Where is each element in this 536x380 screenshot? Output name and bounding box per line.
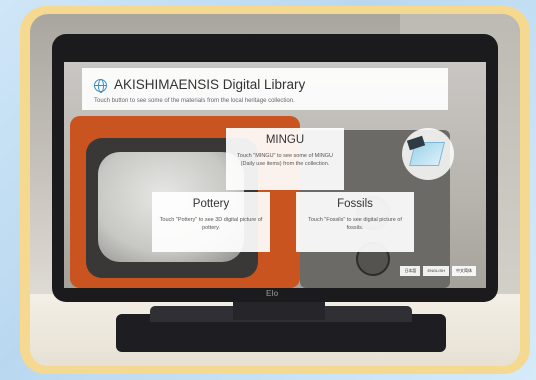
card-title: Pottery <box>192 198 230 210</box>
card-title: MINGU <box>265 134 305 146</box>
lang-english-button[interactable]: ENGLISH <box>423 266 449 276</box>
mingu-button[interactable]: MINGU Touch "MINGU" to see some of MINGU… <box>226 128 344 190</box>
card-description: Touch "Fossils" to see digital picture o… <box>308 217 402 231</box>
page-subtitle: Touch button to see some of the material… <box>94 98 295 104</box>
page-title: AKISHIMAENSIS Digital Library <box>114 77 306 92</box>
pottery-button[interactable]: Pottery Touch "Pottery" to see 3D digita… <box>152 192 270 252</box>
lang-chinese-button[interactable]: 中文简体 <box>452 266 476 276</box>
kiosk-screen: AKISHIMAENSIS Digital Library Touch butt… <box>64 62 486 288</box>
header-panel: AKISHIMAENSIS Digital Library Touch butt… <box>82 68 448 110</box>
featured-item-bubble[interactable] <box>402 128 454 180</box>
globe-icon <box>94 79 107 93</box>
card-title: Fossils <box>337 198 373 210</box>
fossils-button[interactable]: Fossils Touch "Fossils" to see digital p… <box>296 192 414 252</box>
lang-japanese-button[interactable]: 日本語 <box>400 266 421 276</box>
card-description: Touch "Pottery" to see 3D digital pictur… <box>159 217 263 231</box>
touch-monitor: AKISHIMAENSIS Digital Library Touch butt… <box>52 34 498 302</box>
language-selector: 日本語 ENGLISH 中文简体 <box>400 266 476 276</box>
monitor-neck <box>233 302 325 320</box>
photo: AKISHIMAENSIS Digital Library Touch butt… <box>30 14 520 366</box>
elo-logo: Elo <box>266 289 279 298</box>
card-description: Touch "MINGU" to see some of MINGU (Dail… <box>237 153 333 167</box>
